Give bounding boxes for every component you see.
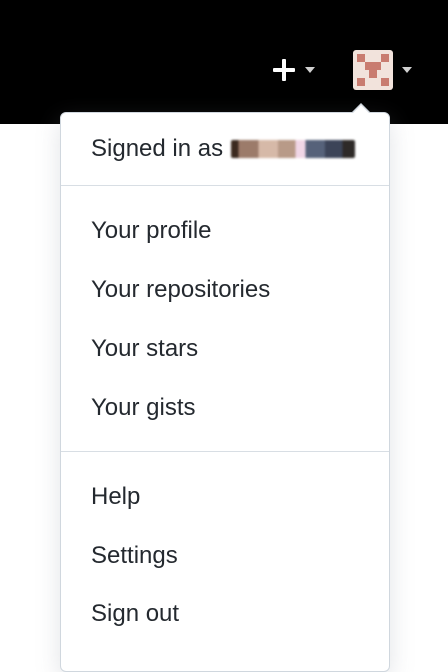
menu-item-your-gists[interactable]: Your gists — [91, 394, 196, 422]
create-new-button[interactable] — [272, 52, 324, 88]
signed-in-header: Signed in as — [91, 135, 356, 163]
avatar-icon — [353, 50, 393, 90]
user-menu-button[interactable] — [353, 50, 423, 90]
username-redacted — [231, 140, 356, 158]
header-bar — [0, 0, 448, 124]
user-dropdown-menu: Signed in as Your profile Your repositor… — [60, 103, 390, 672]
menu-item-help[interactable]: Help — [91, 483, 140, 511]
menu-item-your-profile[interactable]: Your profile — [91, 217, 212, 245]
signed-in-label: Signed in as — [91, 135, 224, 162]
menu-item-settings[interactable]: Settings — [91, 542, 178, 570]
menu-divider — [61, 185, 389, 186]
menu-item-your-stars[interactable]: Your stars — [91, 335, 198, 363]
menu-divider — [61, 451, 389, 452]
caret-down-icon — [402, 67, 412, 73]
menu-item-your-repositories[interactable]: Your repositories — [91, 276, 270, 304]
menu-item-sign-out[interactable]: Sign out — [91, 600, 179, 628]
plus-icon — [272, 58, 296, 82]
caret-down-icon — [305, 67, 315, 73]
